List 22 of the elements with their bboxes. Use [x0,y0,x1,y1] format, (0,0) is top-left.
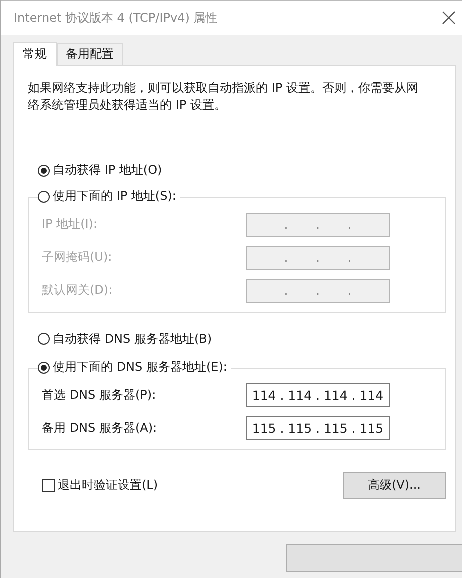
radio-button[interactable] [38,190,50,202]
close-icon[interactable] [442,11,456,25]
radio-button[interactable] [38,164,50,176]
radio-button[interactable] [38,333,50,345]
field-label: 备用 DNS 服务器(A): [42,420,158,436]
field-label: 首选 DNS 服务器(P): [42,386,158,404]
ip-address-field[interactable]: 114 . 114 . 114 . 114 [246,383,390,407]
radio-label[interactable]: 使用下面的 IP 地址(S): [53,188,176,205]
radio-button[interactable] [38,362,50,374]
checkbox[interactable] [42,479,55,492]
window-title: Internet 协议版本 4 (TCP/IPv4) 属性 [14,10,218,26]
advanced-button[interactable]: 高级(V)... [343,472,446,499]
radio-label[interactable]: 自动获得 IP 地址(O) [53,162,162,179]
tab[interactable]: 常规 [13,42,57,66]
tab[interactable]: 备用配置 [57,43,123,65]
checkbox-label[interactable]: 退出时验证设置(L) [58,477,158,494]
description-text: 如果网络支持此功能，则可以获取自动指派的 IP 设置。否则，你需要从网络系统管理员处获得适当的 IP 设置。 [28,80,420,114]
field-label: 子网掩码(U): [42,249,114,266]
field-label: IP 地址(I): [42,216,99,233]
ip-address-field[interactable]: 115 . 115 . 115 . 115 [246,416,390,440]
field-label: 默认网关(D): [42,282,114,299]
radio-label[interactable]: 自动获得 DNS 服务器地址(B) [53,330,212,348]
